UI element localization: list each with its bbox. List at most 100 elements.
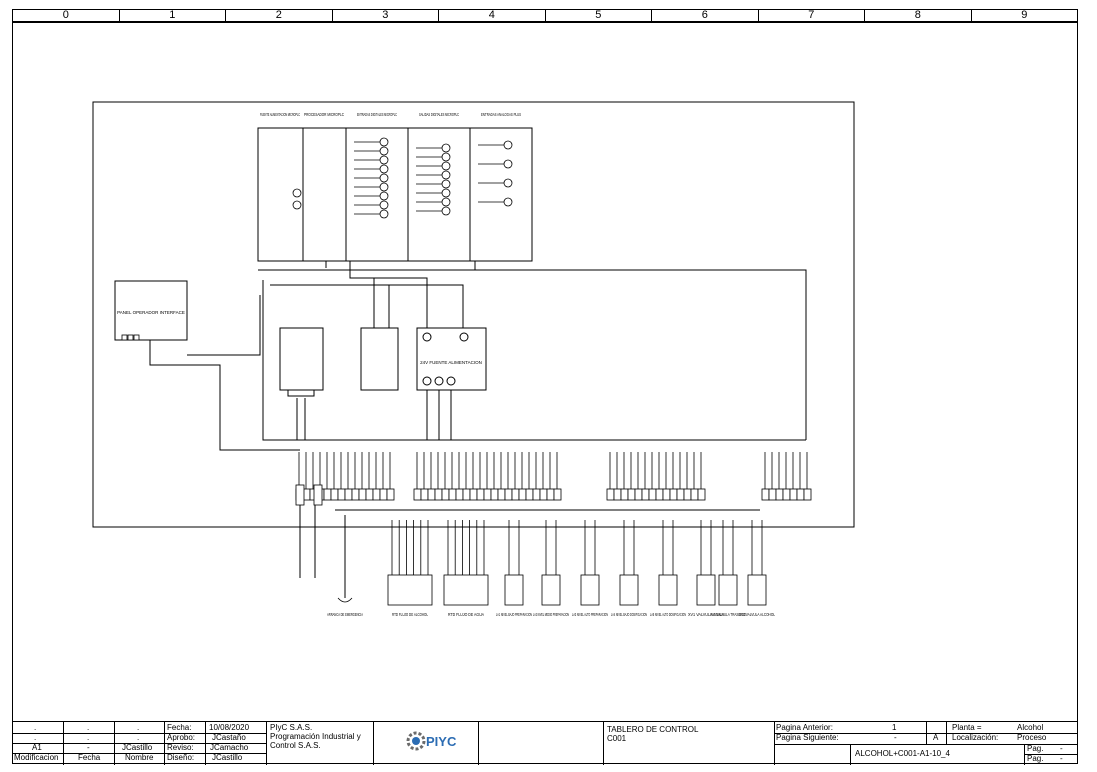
pag-label: Pag.: [1027, 744, 1044, 753]
rev-cell: .: [34, 723, 37, 732]
aprobo-value: JCastaño: [212, 733, 246, 742]
terminal-block: [683, 488, 692, 501]
terminal-block: [546, 488, 555, 501]
terminal-block: [365, 488, 374, 501]
cabinet-enclosure: [92, 101, 855, 528]
terminal-block: [413, 488, 422, 501]
drawing-sheet: 0123456789 FUENTE ALIMENTACION MICROPLC …: [0, 0, 1097, 772]
reviso-value: JCamacho: [210, 743, 249, 752]
terminal-block: [295, 484, 305, 506]
terminal-block: [634, 488, 643, 501]
panel-port: [127, 334, 134, 341]
terminal-block: [344, 488, 353, 501]
company-logo: PIYC: [404, 727, 474, 755]
device-label: LA1 NIVEL BAJO PREPARACION: [496, 612, 532, 617]
terminal-block: [553, 488, 562, 501]
rev-cell: .: [137, 723, 140, 732]
pag-siguiente-label: Pagina Siguiente:: [776, 733, 839, 742]
breaker: [279, 327, 324, 391]
terminal-block: [358, 488, 367, 501]
module-terminal: [441, 170, 451, 180]
drawing-subtitle: C001: [607, 734, 627, 743]
terminal-block: [532, 488, 541, 501]
field-device: [747, 574, 767, 606]
terminal-block: [655, 488, 664, 501]
relay: [360, 327, 399, 391]
terminal-block: [330, 488, 339, 501]
terminal-block: [697, 488, 706, 501]
plc-module-cpu: [302, 127, 347, 262]
module-terminal: [441, 206, 451, 216]
terminal-block: [386, 488, 395, 501]
terminal-block: [441, 488, 450, 501]
terminal-block: [518, 488, 527, 501]
module-terminal: [441, 197, 451, 207]
terminal-block: [313, 484, 323, 506]
terminal-block: [641, 488, 650, 501]
terminal-block: [648, 488, 657, 501]
fecha-value: 10/08/2020: [209, 723, 250, 732]
terminal-block: [613, 488, 622, 501]
pag-siguiente-value: -: [894, 733, 897, 742]
rev-cell: -: [87, 743, 90, 752]
diseno-label: Diseño:: [167, 753, 195, 762]
reviso-label: Reviso:: [167, 743, 194, 752]
module-terminal: [292, 200, 302, 210]
rev-letter: A: [933, 733, 939, 742]
rev-cell: .: [34, 733, 37, 742]
device-label: RTD FLUJO DE ALCOHOL: [392, 612, 428, 617]
rev-cell: JCastillo: [122, 743, 153, 752]
psu-24v: [416, 327, 487, 391]
rev-cell: .: [137, 733, 140, 742]
field-device: [696, 574, 716, 606]
terminal-block: [483, 488, 492, 501]
field-device: [580, 574, 600, 606]
module-label: FUENTE ALIMENTACION MICROPLC: [260, 112, 300, 117]
terminal-block: [789, 488, 798, 501]
device-label: LA2 NIVEL MEDIO PREPARACION: [533, 612, 569, 617]
pag-value: -: [1060, 754, 1063, 763]
localizacion-label: Localización:: [952, 733, 999, 742]
module-terminal: [503, 178, 513, 188]
module-terminal: [379, 209, 389, 219]
fecha-label: Fecha:: [167, 723, 192, 732]
localizacion-value: Proceso: [1017, 733, 1047, 742]
module-terminal: [379, 164, 389, 174]
panel-port: [133, 334, 140, 341]
rev-header: Modificacion: [14, 753, 59, 762]
psu-label: 24V FUENTE ALIMENTACION: [420, 360, 482, 365]
terminal-block: [690, 488, 699, 501]
device-label: LA5 NIVEL ALTO DOSIFICACION: [650, 612, 686, 617]
device-label: ARRANCA DE EMERGENCIA: [327, 612, 363, 617]
rev-cell: A1: [32, 743, 42, 752]
terminal-block: [525, 488, 534, 501]
terminal-block: [768, 488, 777, 501]
terminal-block: [455, 488, 464, 501]
field-device: [443, 574, 489, 606]
terminal-block: [476, 488, 485, 501]
panel-label: PANEL OPERADOR INTERFACE: [117, 310, 185, 315]
pag-value: -: [1060, 744, 1063, 753]
module-terminal: [441, 179, 451, 189]
module-terminal: [503, 197, 513, 207]
terminal-block: [427, 488, 436, 501]
terminal-block: [606, 488, 615, 501]
emergency-stop-symbol: [337, 597, 353, 603]
module-terminal: [379, 137, 389, 147]
device-label: XV3 VALVULA ALCOHOL: [739, 612, 775, 617]
field-device: [541, 574, 561, 606]
rev-cell: .: [87, 723, 90, 732]
module-terminal: [441, 143, 451, 153]
rev-header: Nombre: [125, 753, 154, 762]
field-device: [387, 574, 433, 606]
module-terminal: [441, 161, 451, 171]
module-terminal: [441, 188, 451, 198]
terminal-block: [796, 488, 805, 501]
terminal-block: [803, 488, 812, 501]
module-terminal: [379, 146, 389, 156]
device-label: LA4 NIVEL BAJO DOSIFICACION: [611, 612, 647, 617]
field-device: [619, 574, 639, 606]
terminal-block: [775, 488, 784, 501]
plc-module-ai: [469, 127, 533, 262]
module-terminal: [379, 191, 389, 201]
